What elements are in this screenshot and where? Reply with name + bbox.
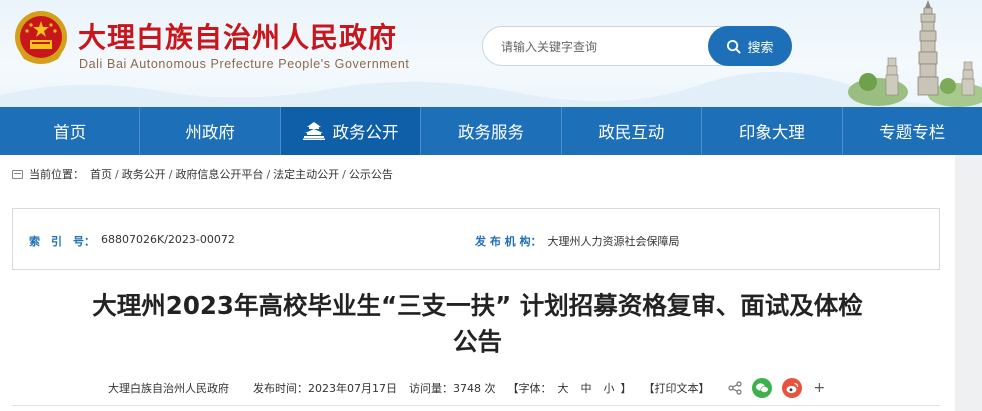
temple-icon — [302, 122, 325, 140]
font-size-small-button[interactable]: 小 — [604, 380, 615, 396]
nav-item-impression[interactable]: 印象大理 — [702, 107, 843, 155]
breadcrumb-open-affairs[interactable]: 政务公开 — [122, 166, 166, 182]
article-date: 发布时间：2023年07月17日 — [253, 382, 397, 395]
breadcrumb-separator: / — [168, 167, 173, 181]
index-number-value: 68807026K/2023-00072 — [101, 233, 235, 246]
nav-item-open-affairs[interactable]: 政务公开 — [280, 107, 422, 155]
main-nav: 首页 州政府 政务公开 政务服务 政民互动 印象大理 专题专栏 — [0, 107, 982, 155]
breadcrumb-separator: / — [266, 167, 271, 181]
nav-item-label: 首页 — [53, 123, 87, 142]
font-size-large-button[interactable]: 大 — [558, 380, 569, 396]
search-icon — [727, 39, 742, 54]
breadcrumb-prefix: 当前位置： — [29, 168, 84, 181]
breadcrumb-statutory[interactable]: 法定主动公开 — [273, 166, 339, 182]
side-scroll-strip — [955, 155, 982, 411]
font-size-suffix: 】 — [620, 382, 632, 395]
article-source: 大理白族自治州人民政府 — [108, 382, 229, 395]
publisher-row: 发 布 机 构： 大理州人力资源社会保障局 — [475, 233, 680, 249]
nav-item-label: 专题专栏 — [879, 123, 946, 142]
breadcrumb-separator: / — [342, 167, 346, 181]
index-number-row: 索 引 号： 68807026K/2023-00072 — [29, 233, 235, 249]
divider — [12, 405, 940, 406]
publisher-label: 发 布 机 构： — [475, 235, 542, 248]
wechat-icon[interactable] — [751, 378, 772, 398]
nav-item-label: 印象大理 — [738, 123, 805, 142]
nav-item-topics[interactable]: 专题专栏 — [843, 107, 982, 155]
article-title-line1: 大理州2023年高校毕业生“三支一扶” 计划招募资格复审、面试及体检 — [92, 291, 863, 320]
location-icon — [12, 169, 23, 179]
article-views: 访问量：3748 次 — [409, 382, 496, 395]
nav-item-home[interactable]: 首页 — [0, 107, 141, 155]
article-meta: 大理白族自治州人民政府 发布时间：2023年07月17日 访问量：3748 次 … — [108, 378, 825, 398]
nav-item-interaction[interactable]: 政民互动 — [562, 107, 703, 155]
mountain-decoration — [0, 71, 982, 107]
pagoda-icon — [848, 0, 982, 107]
index-number-label: 索 引 号： — [29, 235, 95, 248]
share-icon[interactable] — [727, 381, 742, 395]
site-title[interactable]: 大理白族自治州人民政府 — [78, 16, 397, 56]
site-title-english: Dali Bai Autonomous Prefecture People's … — [79, 57, 410, 71]
publisher-value: 大理州人力资源社会保障局 — [547, 235, 680, 248]
nav-item-label: 政务服务 — [457, 123, 524, 142]
nav-item-label: 政民互动 — [598, 123, 665, 142]
search-box: 搜索 — [482, 26, 792, 66]
weibo-icon[interactable] — [781, 378, 802, 398]
nav-item-label: 州政府 — [185, 123, 235, 142]
breadcrumb-separator: / — [115, 167, 119, 181]
search-input[interactable] — [501, 37, 711, 57]
breadcrumb-info-platform[interactable]: 政府信息公开平台 — [175, 166, 263, 182]
plus-icon[interactable]: + — [814, 380, 826, 396]
nav-item-label: 政务公开 — [332, 123, 399, 142]
search-button-label: 搜索 — [747, 40, 774, 56]
font-size-medium-button[interactable]: 中 — [581, 380, 592, 396]
breadcrumb: 当前位置： 首页 / 政务公开 / 政府信息公开平台 / 法定主动公开 / 公示… — [12, 166, 393, 182]
breadcrumb-announcements[interactable]: 公示公告 — [349, 166, 393, 182]
search-button[interactable]: 搜索 — [708, 26, 792, 66]
font-size-prefix: 【字体： — [507, 382, 552, 395]
article-title: 大理州2023年高校毕业生“三支一扶” 计划招募资格复审、面试及体检 公告 — [0, 288, 955, 360]
national-emblem-icon — [15, 11, 67, 64]
document-info-box: 索 引 号： 68807026K/2023-00072 发 布 机 构： 大理州… — [12, 208, 940, 270]
nav-item-government[interactable]: 州政府 — [140, 107, 281, 155]
print-button[interactable]: 【打印文本】 — [644, 380, 710, 396]
nav-item-services[interactable]: 政务服务 — [421, 107, 562, 155]
site-header: 大理白族自治州人民政府 Dali Bai Autonomous Prefectu… — [0, 0, 982, 107]
breadcrumb-home[interactable]: 首页 — [90, 166, 112, 182]
article-title-line2: 公告 — [453, 327, 502, 356]
